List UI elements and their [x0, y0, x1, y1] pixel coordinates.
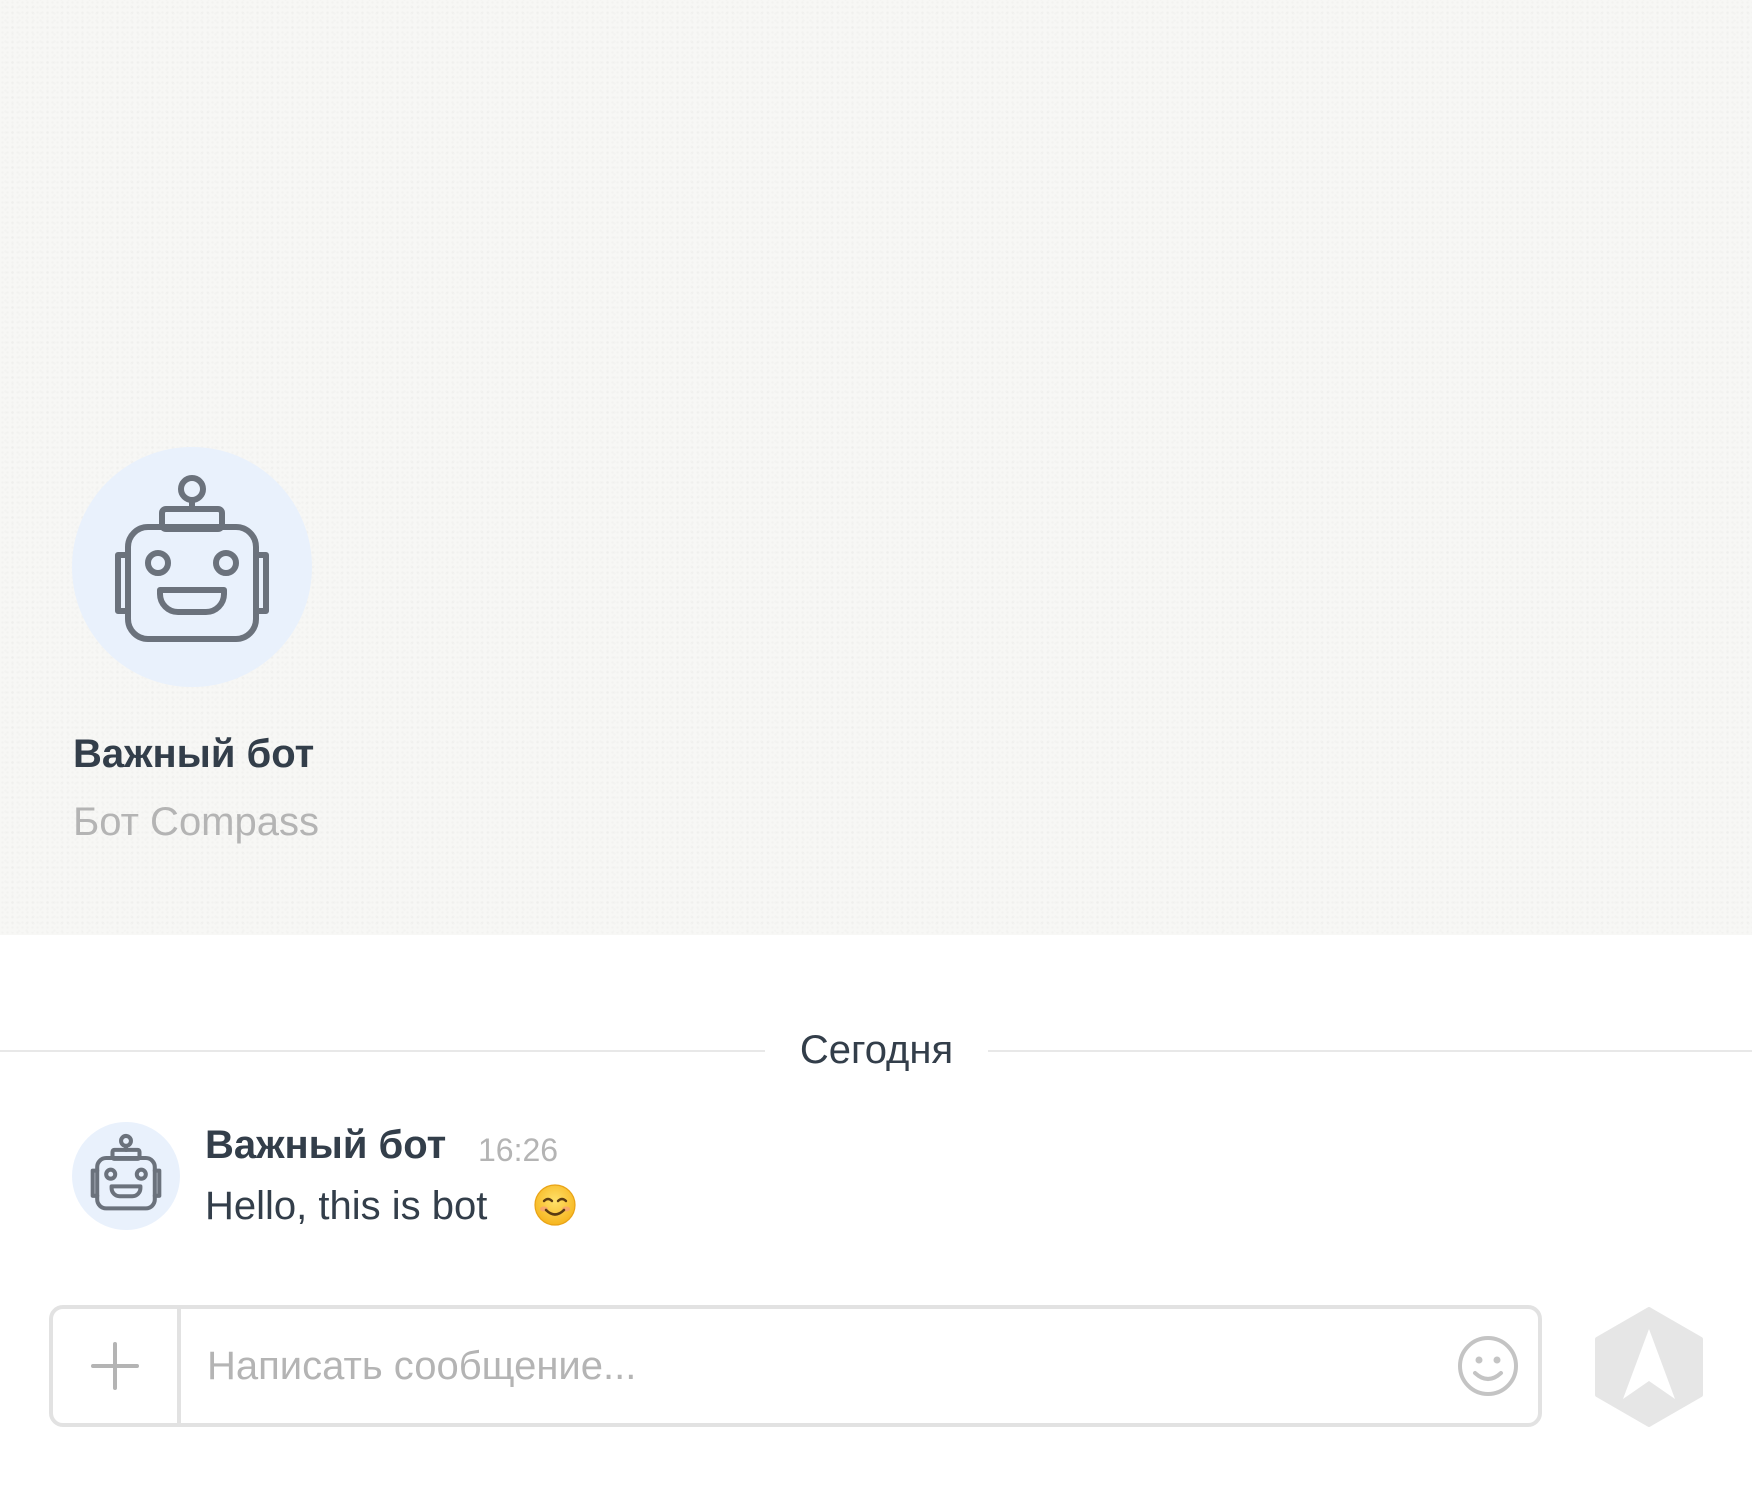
message-input[interactable]: [207, 1329, 1457, 1403]
message-text: Hello, this is bot: [205, 1184, 488, 1228]
divider-line-left: [0, 1050, 765, 1052]
date-divider-label: Сегодня: [799, 1028, 954, 1072]
message-author-avatar[interactable]: [72, 1122, 180, 1230]
header-torn-edge: [0, 929, 1752, 941]
message-author-name[interactable]: Важный бот: [205, 1123, 446, 1168]
smiling-face-emoji-icon: [534, 1184, 576, 1226]
attach-button[interactable]: [53, 1309, 181, 1423]
message-composer: [49, 1305, 1542, 1427]
bot-profile-subtitle: Бот Compass: [73, 800, 319, 844]
robot-icon: [115, 475, 269, 642]
plus-icon: [91, 1342, 139, 1390]
divider-line-right: [988, 1050, 1752, 1052]
message-timestamp: 16:26: [478, 1132, 559, 1168]
bot-profile-avatar[interactable]: [72, 447, 312, 687]
date-divider: Сегодня: [0, 1024, 1752, 1078]
robot-icon: [90, 1133, 162, 1211]
smiley-icon[interactable]: [1455, 1333, 1521, 1399]
bot-profile-name: Важный бот: [73, 732, 315, 776]
send-button[interactable]: [1593, 1307, 1705, 1427]
